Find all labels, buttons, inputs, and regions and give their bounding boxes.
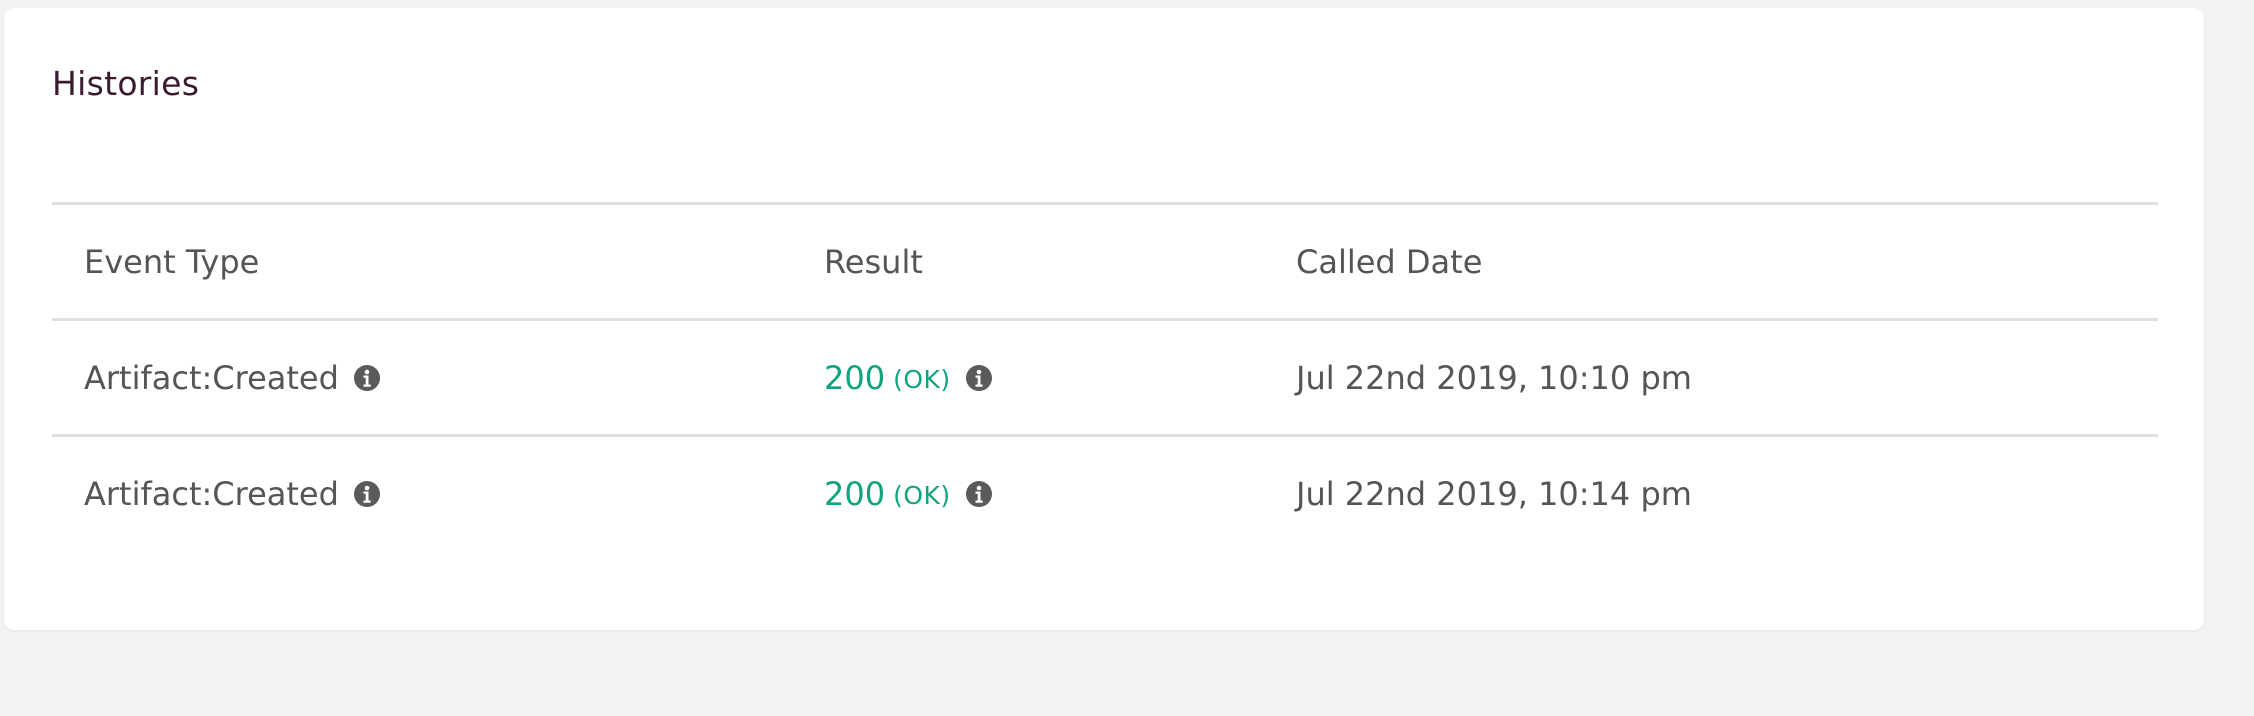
called-date-cell: Jul 22nd 2019, 10:14 pm bbox=[1296, 474, 1692, 513]
card-title: Histories bbox=[52, 64, 200, 103]
result-cell: 200 (OK) bbox=[824, 321, 993, 434]
result-cell: 200 (OK) bbox=[824, 437, 993, 550]
status-text: (OK) bbox=[893, 365, 951, 394]
table-row: Artifact:Created 200 (OK) Jul 22nd 2019,… bbox=[52, 318, 2158, 434]
header-called-date: Called Date bbox=[1296, 242, 1483, 281]
info-circle-icon[interactable] bbox=[965, 364, 993, 392]
table-row: Artifact:Created 200 (OK) Jul 22nd 2019,… bbox=[52, 434, 2158, 550]
event-type-label: Artifact:Created bbox=[84, 474, 339, 513]
info-circle-icon[interactable] bbox=[353, 480, 381, 508]
info-circle-icon[interactable] bbox=[353, 364, 381, 392]
info-circle-icon[interactable] bbox=[965, 480, 993, 508]
event-type-cell: Artifact:Created bbox=[84, 437, 381, 550]
status-code: 200 bbox=[824, 474, 886, 513]
histories-card: Histories Event Type Result Called Date … bbox=[4, 8, 2204, 630]
header-result: Result bbox=[824, 242, 923, 281]
event-type-cell: Artifact:Created bbox=[84, 321, 381, 434]
histories-table: Event Type Result Called Date Artifact:C… bbox=[52, 202, 2158, 550]
status-code: 200 bbox=[824, 358, 886, 397]
event-type-label: Artifact:Created bbox=[84, 358, 339, 397]
status-text: (OK) bbox=[893, 481, 951, 510]
called-date-cell: Jul 22nd 2019, 10:10 pm bbox=[1296, 358, 1692, 397]
table-header-row: Event Type Result Called Date bbox=[52, 202, 2158, 318]
header-event-type: Event Type bbox=[84, 242, 260, 281]
